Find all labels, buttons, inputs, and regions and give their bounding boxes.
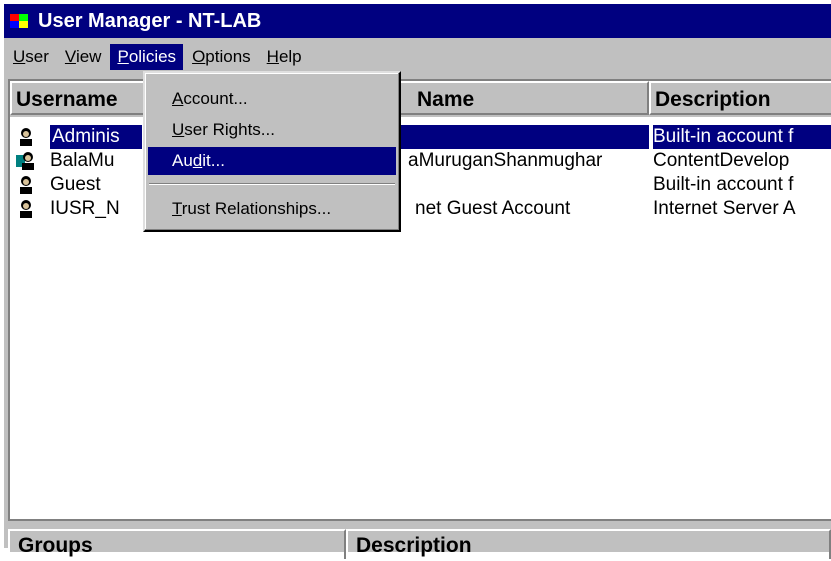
column-groups[interactable]: Groups [8,529,346,559]
user-manager-window: User Manager - NT-LAB User View Policies… [4,4,831,559]
window-title: User Manager - NT-LAB [38,9,262,32]
username-cell: Guest [50,174,101,195]
menu-policies[interactable]: Policies [110,44,184,70]
fullname-cell [400,173,649,197]
description-cell: Built-in account f [653,174,794,195]
group-list-header: Groups Description [8,519,831,559]
menu-item-audit[interactable]: Audit... [148,147,396,175]
user-icon [20,128,32,146]
user-row[interactable]: Adminis Built-in account f [10,125,831,149]
menu-item-user-rights[interactable]: User Rights... [148,116,396,144]
menu-view[interactable]: View [58,44,109,70]
user-list[interactable]: Username Name Description Adminis Built-… [8,79,831,519]
column-description[interactable]: Description [649,81,831,115]
menu-bar: User View Policies Options Help [4,38,831,76]
title-bar: User Manager - NT-LAB [4,4,831,38]
menu-help[interactable]: Help [260,44,309,70]
user-icon [20,176,32,194]
policies-menu: Account... User Rights... Audit... Trust… [143,71,401,232]
user-row[interactable]: BalaMu aMuruganShanmughar ContentDevelop [10,149,831,173]
user-icon [20,200,32,218]
menu-separator [149,183,395,185]
description-cell: ContentDevelop [653,150,790,171]
fullname-cell: aMuruganShanmughar [408,150,603,171]
menu-user[interactable]: User [6,44,56,70]
column-group-description[interactable]: Description [346,529,831,559]
user-row[interactable]: Guest Built-in account f [10,173,831,197]
username-cell: BalaMu [50,150,115,171]
menu-item-trust-relationships[interactable]: Trust Relationships... [148,195,396,223]
menu-item-account[interactable]: Account... [148,85,396,113]
menu-options[interactable]: Options [185,44,258,70]
fullname-cell: net Guest Account [415,198,571,219]
user-list-header: Username Name Description [10,81,831,117]
user-manager-icon [10,12,32,30]
description-cell: Built-in account f [653,125,831,149]
user-icon [16,152,34,170]
username-cell: IUSR_N [50,198,120,219]
fullname-cell [400,125,649,149]
username-cell: Adminis [50,125,142,149]
user-row[interactable]: IUSR_N net Guest Account Internet Server… [10,197,831,221]
description-cell: Internet Server A [653,198,796,219]
